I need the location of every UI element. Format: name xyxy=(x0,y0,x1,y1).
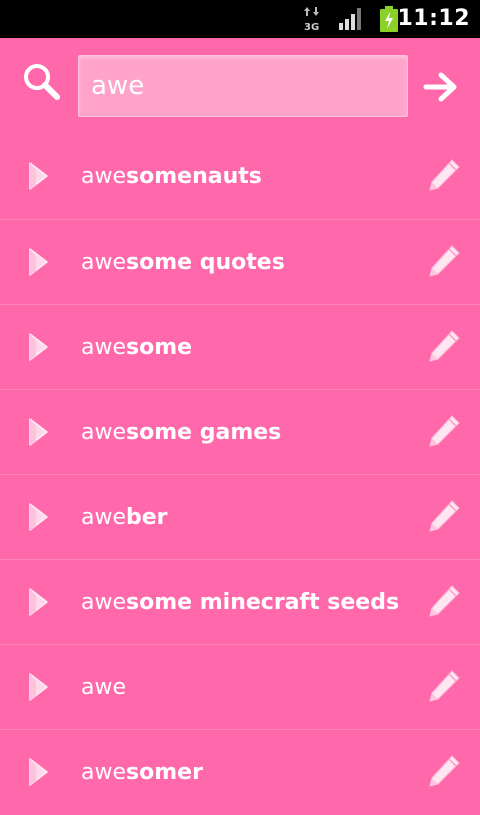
play-arrow-icon xyxy=(28,161,50,195)
suggestion-text: awesome minecraft seeds xyxy=(81,560,399,645)
suggestion-prefix: awe xyxy=(81,250,127,275)
suggestion-text: awesome games xyxy=(81,390,281,475)
go-button[interactable] xyxy=(418,64,464,110)
network-3g-icon: 3G xyxy=(303,6,323,33)
svg-text:3G: 3G xyxy=(304,22,319,32)
edit-pencil-icon[interactable] xyxy=(426,243,462,279)
status-clock: 11:12 xyxy=(397,6,470,31)
suggestion-suffix: some games xyxy=(126,420,282,445)
suggestion-suffix: some minecraft seeds xyxy=(126,590,400,615)
suggestion-suffix: somer xyxy=(126,760,203,785)
suggestion-suffix: ber xyxy=(126,505,168,530)
signal-strength-icon xyxy=(339,8,365,34)
suggestion-item[interactable]: awe xyxy=(0,644,480,729)
edit-pencil-icon[interactable] xyxy=(426,157,462,193)
suggestion-list: awesomenauts awesome quotes awesome awes… xyxy=(0,134,480,814)
play-arrow-icon xyxy=(28,247,50,281)
suggestion-text: awesomer xyxy=(81,730,203,815)
edit-pencil-icon[interactable] xyxy=(426,753,462,789)
edit-pencil-icon[interactable] xyxy=(426,668,462,704)
suggestion-item[interactable]: awesomenauts xyxy=(0,134,480,219)
play-arrow-icon xyxy=(28,587,50,621)
suggestion-text: awe xyxy=(81,645,126,730)
search-input[interactable] xyxy=(78,55,408,117)
suggestion-text: awesome quotes xyxy=(81,220,285,305)
status-bar: 3G 11:12 xyxy=(0,0,480,38)
play-arrow-icon xyxy=(28,672,50,706)
suggestion-item[interactable]: awesome games xyxy=(0,389,480,474)
suggestion-prefix: awe xyxy=(81,675,127,700)
edit-pencil-icon[interactable] xyxy=(426,413,462,449)
suggestion-prefix: awe xyxy=(81,505,127,530)
suggestion-text: aweber xyxy=(81,475,168,560)
suggestion-suffix: some quotes xyxy=(126,250,285,275)
arrow-right-icon xyxy=(423,72,457,102)
suggestion-item[interactable]: awesomer xyxy=(0,729,480,814)
suggestion-item[interactable]: awesome quotes xyxy=(0,219,480,304)
edit-pencil-icon[interactable] xyxy=(426,498,462,534)
suggestion-prefix: awe xyxy=(81,335,127,360)
suggestion-prefix: awe xyxy=(81,760,127,785)
suggestion-prefix: awe xyxy=(81,420,127,445)
play-arrow-icon xyxy=(28,502,50,536)
search-icon[interactable] xyxy=(22,62,62,106)
suggestion-prefix: awe xyxy=(81,590,127,615)
suggestion-suffix: somenauts xyxy=(126,164,262,189)
suggestion-suffix: some xyxy=(126,335,193,360)
edit-pencil-icon[interactable] xyxy=(426,583,462,619)
play-arrow-icon xyxy=(28,417,50,451)
edit-pencil-icon[interactable] xyxy=(426,328,462,364)
suggestion-item[interactable]: awesome xyxy=(0,304,480,389)
search-bar xyxy=(0,38,480,134)
suggestion-item[interactable]: awesome minecraft seeds xyxy=(0,559,480,644)
play-arrow-icon xyxy=(28,757,50,791)
suggestion-prefix: awe xyxy=(81,164,127,189)
suggestion-item[interactable]: aweber xyxy=(0,474,480,559)
suggestion-text: awesomenauts xyxy=(81,134,262,219)
suggestion-text: awesome xyxy=(81,305,192,390)
play-arrow-icon xyxy=(28,332,50,366)
